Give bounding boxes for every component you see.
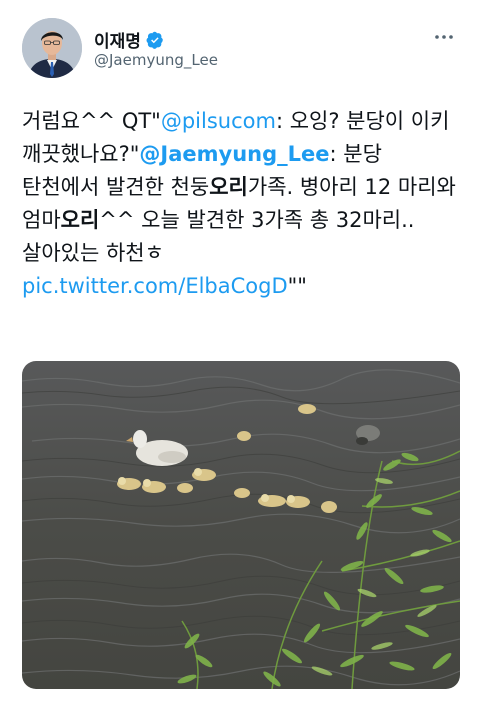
verified-badge-icon (146, 31, 164, 49)
tweet-text: 거럼요^^ QT"@pilsucom: 오잉? 분당이 이키 깨끗했나요?"@J… (22, 105, 462, 303)
tweet-card: 이재명 @Jaemyung_Lee 거럼요^^ QT"@pilsucom: 오잉… (0, 0, 480, 706)
author-name-row[interactable]: 이재명 (94, 27, 164, 52)
display-name[interactable]: 이재명 (94, 27, 141, 52)
more-dots-icon[interactable] (432, 28, 456, 46)
tweet-photo[interactable] (22, 361, 460, 689)
highlighted-word: 오리 (209, 175, 248, 199)
text-segment: "" (287, 274, 307, 298)
profile-photo-icon (22, 18, 82, 78)
mention-link-pilsucom[interactable]: @pilsucom (161, 109, 276, 133)
mention-link-jaemyung-lee[interactable]: @Jaemyung_Lee (139, 142, 329, 166)
avatar[interactable] (22, 18, 82, 78)
text-segment: 거럼요^^ QT" (22, 109, 161, 133)
pic-link[interactable]: pic.twitter.com/ElbaCogD (22, 274, 288, 298)
highlighted-word: 오리 (60, 208, 100, 232)
author-handle[interactable]: @Jaemyung_Lee (94, 51, 218, 69)
duck-photo-image (22, 361, 460, 689)
